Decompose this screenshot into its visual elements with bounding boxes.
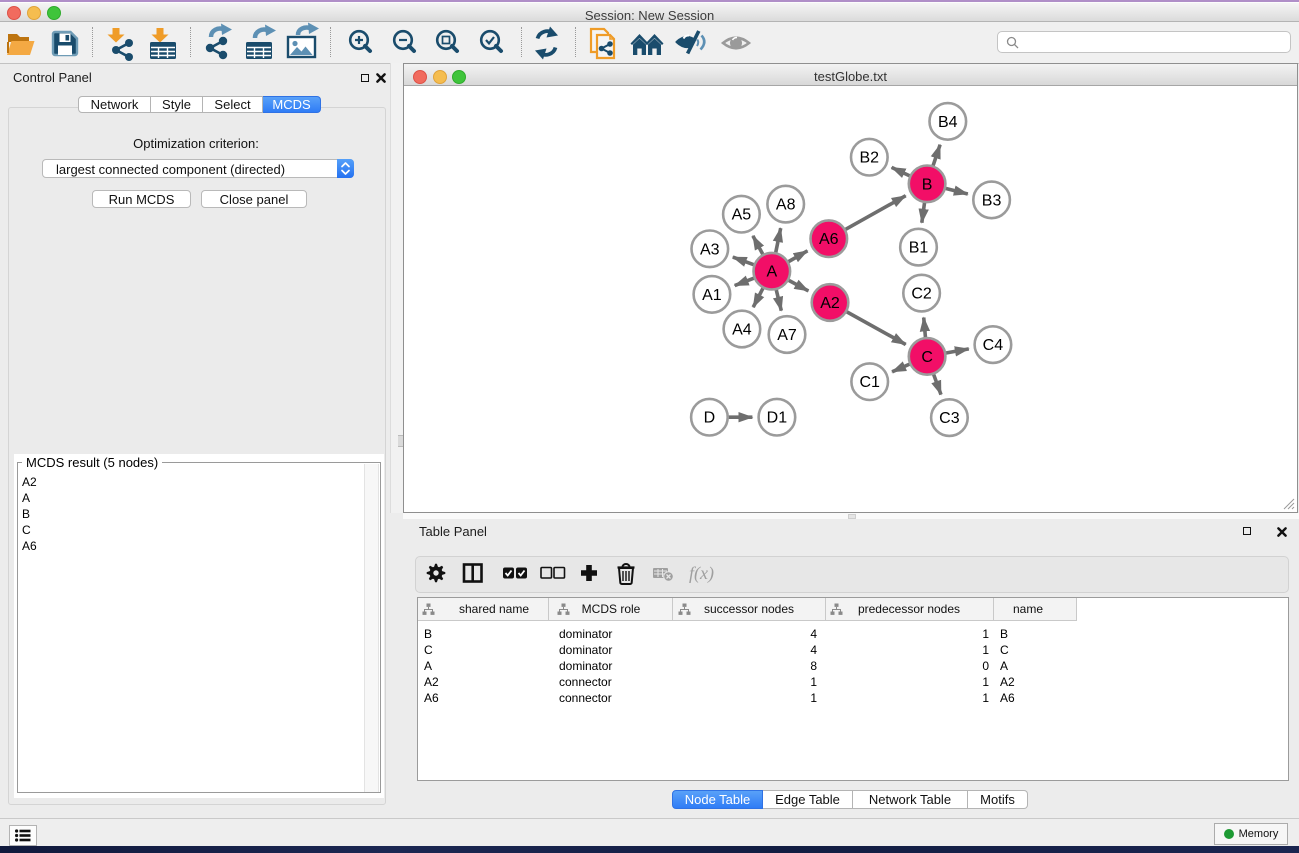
svg-text:B2: B2	[860, 150, 880, 167]
svg-text:f(x): f(x)	[689, 563, 714, 584]
svg-text:C3: C3	[939, 410, 960, 427]
svg-text:A5: A5	[732, 207, 752, 224]
svg-text:B3: B3	[982, 192, 1002, 209]
svg-text:D1: D1	[767, 410, 788, 427]
svg-text:A1: A1	[702, 287, 722, 304]
svg-text:A2: A2	[820, 295, 840, 312]
svg-text:B1: B1	[909, 240, 929, 257]
svg-text:C1: C1	[859, 374, 880, 391]
svg-text:C: C	[921, 349, 933, 366]
svg-text:B: B	[922, 176, 933, 193]
svg-text:C4: C4	[983, 337, 1004, 354]
svg-text:A6: A6	[819, 231, 839, 248]
svg-text:A3: A3	[700, 241, 720, 258]
svg-text:B4: B4	[938, 114, 958, 131]
svg-text:A: A	[766, 264, 777, 281]
svg-text:A8: A8	[776, 197, 796, 214]
svg-text:A7: A7	[777, 327, 797, 344]
svg-text:A4: A4	[732, 322, 752, 339]
svg-text:D: D	[704, 410, 716, 427]
svg-text:C2: C2	[911, 286, 932, 303]
